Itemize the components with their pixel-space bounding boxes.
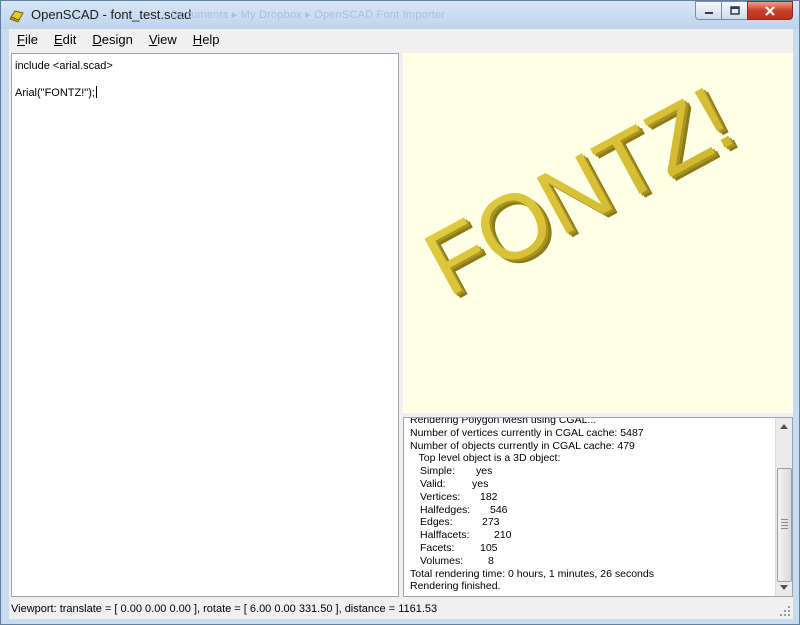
console-stat: Halfedges: 546: [420, 503, 508, 516]
console-stat: Volumes: 8: [420, 554, 494, 567]
menu-bar: File Edit Design View Help: [9, 29, 793, 51]
console-stat: Facets: 105: [420, 541, 498, 554]
openscad-app-icon: [9, 7, 25, 23]
window-controls: [695, 1, 793, 21]
menu-view[interactable]: View: [141, 29, 185, 51]
arrow-down-icon: [780, 585, 788, 590]
console-stat: Vertices: 182: [420, 490, 498, 503]
console-stat: Edges: 273: [420, 516, 500, 529]
code-line-1: include <arial.scad>: [15, 60, 113, 72]
console-scrollbar[interactable]: [775, 418, 792, 596]
console-line: Rendering Polygon Mesh using CGAL...: [410, 417, 597, 426]
console-stat: Simple: yes: [420, 465, 493, 478]
console-line: Number of vertices currently in CGAL cac…: [410, 426, 644, 439]
console-stat: Valid: yes: [420, 477, 489, 490]
maximize-icon: [729, 6, 740, 15]
status-bar: Viewport: translate = [ 0.00 0.00 0.00 ]…: [9, 599, 793, 619]
console-line: Number of objects currently in CGAL cach…: [410, 439, 635, 452]
minimize-button[interactable]: [695, 1, 721, 20]
console-stat: Halffacets: 210: [420, 529, 512, 542]
text-cursor: [95, 86, 97, 98]
background-window-title-ghost: Documents ▸ My Dropbox ▸ OpenSCAD Font I…: [171, 9, 446, 21]
close-button[interactable]: [747, 1, 793, 20]
menu-help[interactable]: Help: [185, 29, 228, 51]
viewport-status-text: Viewport: translate = [ 0.00 0.00 0.00 ]…: [11, 603, 438, 615]
main-area: include <arial.scad> Arial("FONTZ!"); FO…: [9, 51, 793, 599]
minimize-icon: [704, 11, 713, 14]
scrollbar-thumb[interactable]: [777, 468, 792, 582]
scroll-down-button[interactable]: [776, 579, 792, 596]
title-bar[interactable]: OpenSCAD - font_test.scad Documents ▸ My…: [1, 1, 799, 29]
window-title: OpenSCAD - font_test.scad: [31, 7, 192, 22]
menu-edit[interactable]: Edit: [46, 29, 84, 51]
rendered-model: FONTZ! FONTZ! FONTZ!: [409, 67, 755, 319]
menu-design[interactable]: Design: [84, 29, 140, 51]
resize-grip-icon[interactable]: [779, 605, 791, 617]
console-line: Top level object is a 3D object:: [410, 452, 561, 465]
scroll-up-button[interactable]: [776, 418, 792, 435]
code-line-3: Arial("FONTZ!");: [15, 86, 97, 99]
3d-viewport[interactable]: FONTZ! FONTZ! FONTZ!: [403, 53, 793, 413]
console-line: Total rendering time: 0 hours, 1 minutes…: [410, 567, 654, 580]
arrow-up-icon: [780, 424, 788, 429]
menu-file[interactable]: File: [9, 29, 46, 51]
close-icon: [765, 5, 775, 16]
maximize-button[interactable]: [721, 1, 747, 20]
openscad-window: OpenSCAD - font_test.scad Documents ▸ My…: [0, 0, 800, 625]
console-output[interactable]: Rendering Polygon Mesh using CGAL... Num…: [403, 417, 793, 597]
code-editor[interactable]: include <arial.scad> Arial("FONTZ!");: [11, 53, 399, 597]
console-text: Rendering Polygon Mesh using CGAL... Num…: [410, 417, 772, 593]
console-line: Rendering finished.: [410, 580, 501, 593]
